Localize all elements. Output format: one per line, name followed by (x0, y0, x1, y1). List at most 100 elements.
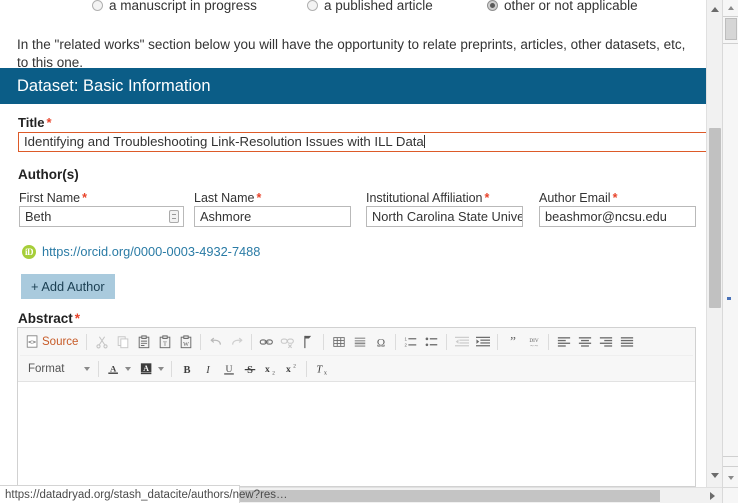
radio-option-manuscript-in-progress[interactable]: a manuscript in progress (92, 0, 257, 13)
title-input[interactable]: Identifying and Troubleshooting Link-Res… (18, 132, 716, 152)
redo-icon[interactable] (226, 331, 247, 353)
radio-option-other-or-not-applicable[interactable]: other or not applicable (487, 0, 638, 13)
radio-label: other or not applicable (504, 0, 638, 13)
anchor-icon[interactable] (298, 331, 319, 353)
align-justify-icon[interactable] (616, 331, 637, 353)
source-button[interactable]: <> Source (22, 331, 82, 353)
background-color-icon[interactable]: A (136, 358, 157, 380)
title-label-text: Title (18, 115, 45, 130)
toolbar-separator (171, 360, 172, 377)
status-bar-url-text: https://datadryad.org/stash_datacite/aut… (5, 488, 288, 501)
toolbar-separator (86, 333, 88, 350)
toolbar-separator (446, 333, 448, 350)
paste-icon[interactable] (133, 331, 154, 353)
svg-text:∼∼: ∼∼ (530, 343, 539, 349)
svg-text:T: T (316, 364, 323, 375)
required-indicator: * (82, 191, 87, 205)
first-name-input[interactable]: Beth (19, 206, 184, 227)
cut-icon[interactable] (91, 331, 112, 353)
subscript-icon[interactable]: x2 (260, 358, 281, 380)
scroll-down-arrow-icon[interactable] (707, 467, 723, 483)
page-vertical-scrollbar[interactable] (706, 0, 722, 487)
orcid-link[interactable]: https://orcid.org/0000-0003-4932-7488 (42, 244, 260, 259)
author-email-input[interactable]: beashmor@ncsu.edu (539, 206, 696, 227)
scroll-up-arrow-icon[interactable] (707, 1, 723, 17)
add-author-button[interactable]: + Add Author (21, 274, 115, 299)
svg-text:1: 1 (404, 336, 407, 341)
align-left-icon[interactable] (553, 331, 574, 353)
chevron-down-icon (84, 366, 90, 371)
first-name-label: First Name * (19, 191, 87, 205)
status-bar-url: https://datadryad.org/stash_datacite/aut… (0, 485, 288, 503)
scrollbar-tick (723, 456, 738, 457)
unlink-icon[interactable] (277, 331, 298, 353)
svg-text:x: x (265, 364, 270, 375)
page-vertical-scrollbar-thumb[interactable] (709, 128, 721, 308)
toolbar-separator (306, 360, 307, 377)
required-indicator: * (484, 191, 490, 205)
increase-indent-icon[interactable] (472, 331, 493, 353)
radio-dot-icon (307, 0, 318, 11)
chevron-down-icon[interactable] (158, 366, 164, 371)
svg-text:A: A (109, 363, 116, 373)
institutional-affiliation-input[interactable]: North Carolina State Univer (366, 206, 523, 227)
radio-dot-icon (92, 0, 103, 11)
scrollbar-tick (723, 16, 738, 17)
authors-group-label-text: Author(s) (18, 167, 79, 182)
numbered-list-icon[interactable]: 12 (400, 331, 421, 353)
window-vertical-scrollbar[interactable] (722, 0, 738, 487)
browser-viewport: a manuscript in progress a published art… (0, 0, 738, 503)
remove-format-icon[interactable]: Tx (311, 358, 332, 380)
chevron-down-icon[interactable] (125, 366, 131, 371)
window-vertical-scrollbar-thumb[interactable] (725, 18, 737, 40)
svg-text:x: x (286, 364, 291, 375)
format-dropdown[interactable]: Format (22, 359, 94, 379)
italic-icon[interactable]: I (197, 358, 218, 380)
institutional-affiliation-label-text: Institutional Affiliation (366, 191, 483, 205)
radio-label: a manuscript in progress (109, 0, 257, 13)
superscript-icon[interactable]: x2 (281, 358, 302, 380)
window-scroll-down-arrow-icon[interactable] (723, 471, 738, 485)
link-icon[interactable] (256, 331, 277, 353)
svg-text:T: T (163, 341, 167, 347)
radio-option-published-article[interactable]: a published article (307, 0, 433, 13)
svg-text:<>: <> (28, 338, 36, 346)
radio-dot-checked-icon (487, 0, 498, 11)
orcid-id-icon: iD (22, 244, 36, 259)
window-scroll-up-arrow-icon[interactable] (723, 1, 738, 15)
toolbar-separator (548, 333, 550, 350)
block-quote-icon[interactable]: ” (502, 331, 523, 353)
abstract-editor-body[interactable] (18, 382, 695, 485)
abstract-label: Abstract * (18, 311, 80, 326)
autocomplete-toggle-icon[interactable] (169, 210, 179, 223)
strikethrough-icon[interactable]: S (239, 358, 260, 380)
align-center-icon[interactable] (574, 331, 595, 353)
copy-icon[interactable] (112, 331, 133, 353)
required-indicator: * (612, 191, 618, 205)
horizontal-rule-icon[interactable] (349, 331, 370, 353)
special-character-icon[interactable]: Ω (370, 331, 391, 353)
section-header-basic-information: Dataset: Basic Information (0, 68, 716, 104)
table-icon[interactable] (328, 331, 349, 353)
svg-text:S: S (247, 364, 253, 375)
bulleted-list-icon[interactable] (421, 331, 442, 353)
bold-icon[interactable]: B (176, 358, 197, 380)
source-button-label: Source (42, 335, 79, 348)
undo-icon[interactable] (205, 331, 226, 353)
decrease-indent-icon[interactable] (451, 331, 472, 353)
toolbar-separator (323, 333, 325, 350)
div-container-icon[interactable]: DIV ∼∼ (523, 331, 544, 353)
scroll-right-arrow-icon[interactable] (704, 488, 720, 503)
text-color-icon[interactable]: A (103, 358, 124, 380)
publication-status-radio-group: a manuscript in progress a published art… (0, 0, 716, 16)
svg-text:B: B (183, 364, 190, 375)
editor-toolbar-row-1: <> Source T W Ω 1 2 ” DIV ∼∼ (20, 328, 693, 355)
svg-text:2: 2 (404, 342, 407, 347)
underline-icon[interactable]: U (218, 358, 239, 380)
align-right-icon[interactable] (595, 331, 616, 353)
last-name-input[interactable]: Ashmore (194, 206, 351, 227)
paste-as-plain-text-icon[interactable]: T (154, 331, 175, 353)
svg-text:A: A (143, 364, 149, 373)
radio-label: a published article (324, 0, 433, 13)
paste-from-word-icon[interactable]: W (175, 331, 196, 353)
